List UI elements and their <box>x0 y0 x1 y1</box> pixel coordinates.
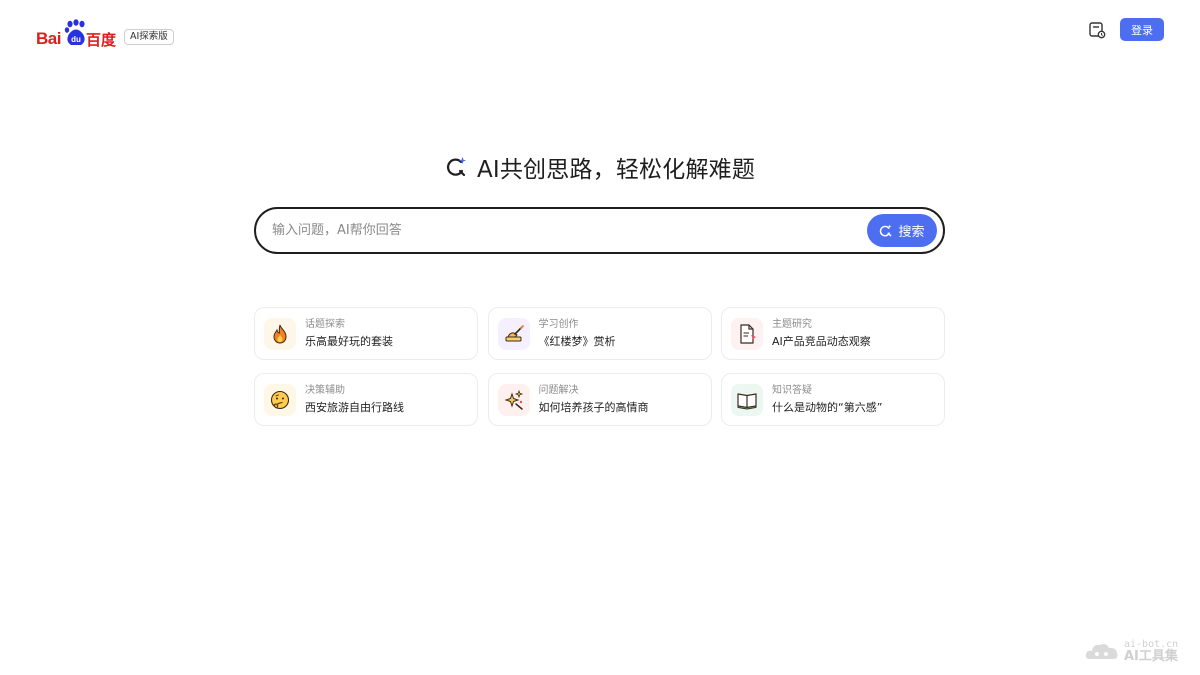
suggestion-card[interactable]: 决策辅助 西安旅游自由行路线 <box>254 373 478 426</box>
card-icon-container <box>264 317 296 350</box>
suggestion-grid: 话题探索 乐高最好玩的套装 学习创作 《红楼梦》赏析 主题研究 AI产品竞品动态… <box>254 307 945 426</box>
page: Bai du 百度 AI探索版 登录 AI共创思路，轻松化解难题 输入问题，AI… <box>0 0 1200 675</box>
card-question: 《红楼梦》赏析 <box>538 335 616 348</box>
writing-hand-icon <box>505 324 524 341</box>
cloud-logo-icon <box>1085 644 1118 659</box>
card-icon-container <box>731 383 763 416</box>
card-icon-container <box>731 317 763 350</box>
card-icon-container <box>497 317 530 350</box>
search-box: 搜索 <box>254 207 945 254</box>
card-category: 学习创作 <box>538 319 579 330</box>
card-category: 问题解决 <box>538 385 579 396</box>
card-question: 西安旅游自由行路线 <box>305 401 404 414</box>
baidu-paw-icon: du <box>64 19 85 45</box>
ai-bot-watermark: ai-bot.cn AI工具集 <box>1084 639 1178 663</box>
card-icon-container <box>497 383 530 416</box>
suggestion-card[interactable]: 学习创作 《红楼梦》赏析 <box>487 307 712 360</box>
suggestion-card[interactable]: 问题解决 如何培养孩子的高情商 <box>487 373 712 426</box>
suggestion-card[interactable]: 主题研究 AI产品竞品动态观察 <box>721 307 945 360</box>
card-question: 如何培养孩子的高情商 <box>538 401 649 414</box>
history-icon[interactable] <box>1088 21 1106 39</box>
open-book-icon <box>737 392 757 409</box>
fire-icon <box>273 324 287 344</box>
card-category: 决策辅助 <box>305 385 345 396</box>
logo-cn-text: 百度 <box>86 31 117 49</box>
document-icon <box>740 323 756 344</box>
title-text: AI共创思路，轻松化解难题 <box>476 157 756 183</box>
ai-explore-badge: AI探索版 <box>124 29 174 45</box>
search-button-label: 搜索 <box>898 225 925 240</box>
sparkle-icon <box>503 389 523 410</box>
card-category: 话题探索 <box>305 319 345 330</box>
suggestion-card[interactable]: 话题探索 乐高最好玩的套装 <box>254 307 478 360</box>
logo-du-text: du <box>71 35 81 44</box>
suggestion-card[interactable]: 知识答疑 什么是动物的“第六感” <box>721 373 945 426</box>
card-category: 主题研究 <box>772 319 812 330</box>
page-title: AI共创思路，轻松化解难题 <box>0 150 1200 184</box>
search-input[interactable] <box>272 209 862 252</box>
logo-bai-text: Bai <box>36 29 61 48</box>
logo-wordmark: Bai du 百度 <box>36 19 118 49</box>
card-question: 什么是动物的“第六感” <box>772 401 883 414</box>
card-category: 知识答疑 <box>772 385 812 396</box>
ai-search-sparkle-icon <box>446 157 466 177</box>
card-question: AI产品竞品动态观察 <box>772 335 871 348</box>
thinking-face-icon <box>270 390 290 409</box>
card-icon-container <box>264 383 296 416</box>
card-question: 乐高最好玩的套装 <box>305 335 393 348</box>
baidu-logo[interactable]: Bai du 百度 AI探索版 <box>36 16 174 52</box>
search-sparkle-icon <box>880 224 893 237</box>
login-button[interactable]: 登录 <box>1120 18 1164 41</box>
search-button[interactable]: 搜索 <box>867 214 937 247</box>
watermark-name: AI工具集 <box>1124 649 1178 664</box>
